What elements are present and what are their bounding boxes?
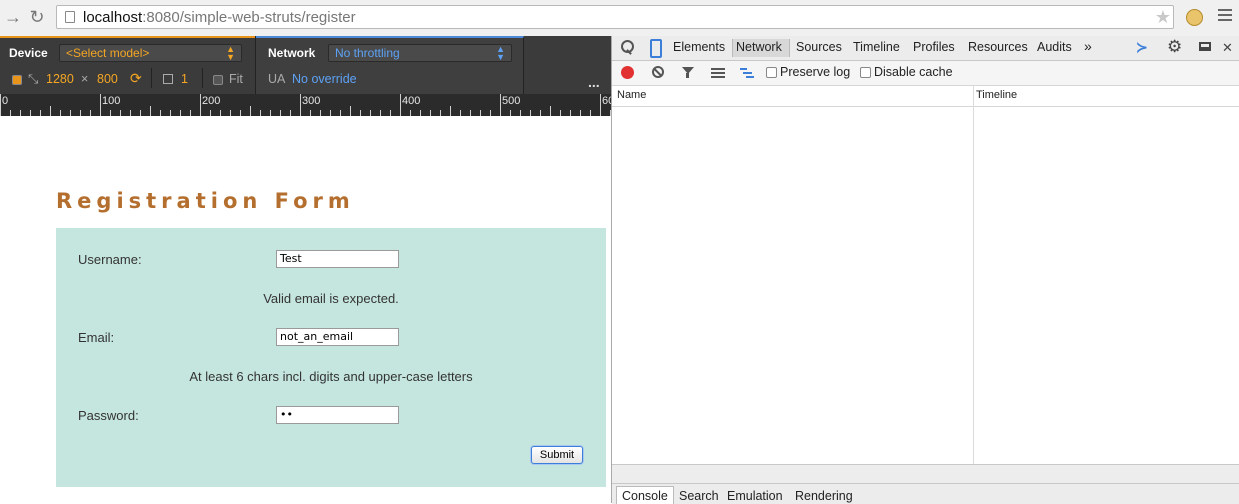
filter-icon-stem — [686, 73, 689, 78]
ruler-ticks: 0 100 200 300 400 500 60 — [0, 94, 611, 116]
device-emulation-bar: Device <Select model> ▲ ▼ ⤡ 1280 × 800 ⟳ … — [0, 36, 611, 94]
tab-timeline[interactable]: Timeline — [853, 40, 900, 54]
fit-checkbox[interactable] — [213, 75, 223, 85]
height-value[interactable]: 800 — [97, 72, 118, 86]
network-toolbar: Preserve log Disable cache — [612, 61, 1239, 86]
page-viewport: Registration Form Username: Test Valid e… — [0, 116, 611, 503]
width-value[interactable]: 1280 — [46, 72, 74, 86]
browser-toolbar: → ↻ localhost:8080/simple-web-struts/reg… — [0, 0, 1239, 37]
tab-sources[interactable]: Sources — [796, 40, 842, 54]
forward-icon[interactable]: → — [2, 6, 24, 28]
select-arrows-icon: ▲ ▼ — [226, 44, 235, 62]
more-tabs-icon[interactable]: » — [1084, 38, 1092, 54]
disable-cache-label: Disable cache — [874, 65, 953, 79]
resolution-checkbox[interactable] — [12, 75, 22, 85]
submit-button[interactable]: Submit — [531, 446, 583, 464]
tab-elements[interactable]: Elements — [673, 40, 725, 54]
divider — [151, 68, 152, 88]
ruler-label: 60 — [602, 95, 611, 107]
ruler-label: 300 — [302, 95, 320, 107]
form-title: Registration Form — [56, 189, 355, 213]
reload-icon[interactable]: ↻ — [26, 6, 48, 28]
times-sign: × — [81, 72, 89, 86]
throttling-select[interactable]: No throttling ▲ ▼ — [328, 44, 512, 62]
drawer-tab-console[interactable]: Console — [622, 489, 668, 503]
device-mode-icon[interactable] — [650, 39, 662, 58]
clear-icon[interactable] — [652, 66, 664, 78]
password-hint: At least 6 chars incl. digits and upper-… — [189, 369, 473, 384]
device-model-select[interactable]: <Select model> ▲ ▼ — [59, 44, 242, 62]
tab-network[interactable]: Network — [736, 40, 782, 54]
page-icon — [65, 11, 75, 23]
username-label: Username: — [78, 252, 142, 267]
tab-audits[interactable]: Audits — [1037, 40, 1072, 54]
drawer-tab-rendering[interactable]: Rendering — [795, 489, 853, 503]
network-grid-header: Name Timeline — [612, 86, 1239, 107]
username-input[interactable]: Test — [276, 250, 399, 268]
ruler-label: 500 — [502, 95, 520, 107]
disable-cache-checkbox[interactable] — [860, 67, 871, 78]
device-label: Device — [9, 46, 48, 60]
url-text: localhost:8080/simple-web-struts/registe… — [83, 9, 356, 26]
url-path: :8080/simple-web-struts/register — [142, 9, 356, 26]
ruler-label: 200 — [202, 95, 220, 107]
email-hint: Valid email is expected. — [263, 291, 399, 306]
menu-icon[interactable] — [1218, 9, 1232, 23]
tab-resources[interactable]: Resources — [968, 40, 1028, 54]
network-section: Network No throttling ▲ ▼ UA No override — [256, 36, 524, 94]
preserve-log-checkbox[interactable] — [766, 67, 777, 78]
network-status-bar — [612, 464, 1239, 483]
column-name[interactable]: Name — [617, 89, 646, 101]
column-timeline[interactable]: Timeline — [976, 89, 1017, 101]
scale-icon — [163, 74, 173, 84]
devtools-panel: Elements Network Sources Timeline Profil… — [611, 36, 1239, 504]
email-input[interactable]: not_an_email — [276, 328, 399, 346]
console-drawer-icon[interactable]: ≻ — [1136, 39, 1148, 56]
scale-value[interactable]: 1 — [181, 72, 188, 86]
address-bar[interactable]: localhost:8080/simple-web-struts/registe… — [56, 5, 1174, 29]
gear-icon[interactable]: ⚙ — [1167, 37, 1182, 57]
throttling-value: No throttling — [335, 46, 400, 60]
password-input[interactable]: •• — [276, 406, 399, 424]
column-divider[interactable] — [973, 86, 974, 464]
dock-icon[interactable] — [1199, 42, 1211, 51]
preserve-log-label: Preserve log — [780, 65, 851, 79]
ruler-label: 0 — [2, 95, 8, 107]
waterfall-icon[interactable] — [740, 68, 754, 78]
device-accent-line — [0, 36, 255, 38]
ruler: 0 100 200 300 400 500 60 — [0, 94, 611, 116]
registration-form: Username: Test Valid email is expected. … — [56, 228, 606, 487]
extension-cookie-icon[interactable] — [1186, 9, 1203, 26]
ua-label: UA — [268, 72, 286, 86]
ua-value[interactable]: No override — [292, 72, 357, 86]
drawer-tab-bar: Console Search Emulation Rendering — [612, 483, 1239, 504]
more-options-icon[interactable]: ... — [588, 74, 600, 90]
device-model-value: <Select model> — [66, 46, 150, 60]
devtools-tab-bar: Elements Network Sources Timeline Profil… — [612, 36, 1239, 61]
bookmark-star-icon[interactable]: ★ — [1155, 6, 1171, 28]
select-arrows-icon: ▲ ▼ — [496, 44, 505, 62]
tab-profiles[interactable]: Profiles — [913, 40, 955, 54]
drawer-tab-emulation[interactable]: Emulation — [727, 489, 783, 503]
fit-label: Fit — [229, 72, 243, 86]
email-label: Email: — [78, 330, 115, 345]
network-label: Network — [268, 46, 316, 60]
url-host: localhost — [83, 9, 143, 26]
ruler-label: 100 — [102, 95, 120, 107]
record-icon[interactable] — [621, 66, 634, 79]
resize-icon: ⤡ — [28, 71, 39, 86]
drawer-tab-search[interactable]: Search — [679, 489, 719, 503]
divider — [202, 68, 203, 88]
password-label: Password: — [78, 408, 139, 423]
swap-dimensions-icon[interactable]: ⟳ — [130, 70, 142, 87]
list-view-icon[interactable] — [711, 68, 725, 78]
close-icon[interactable]: ✕ — [1222, 40, 1233, 56]
device-section: Device <Select model> ▲ ▼ ⤡ 1280 × 800 ⟳ … — [0, 36, 256, 94]
ruler-label: 400 — [402, 95, 420, 107]
